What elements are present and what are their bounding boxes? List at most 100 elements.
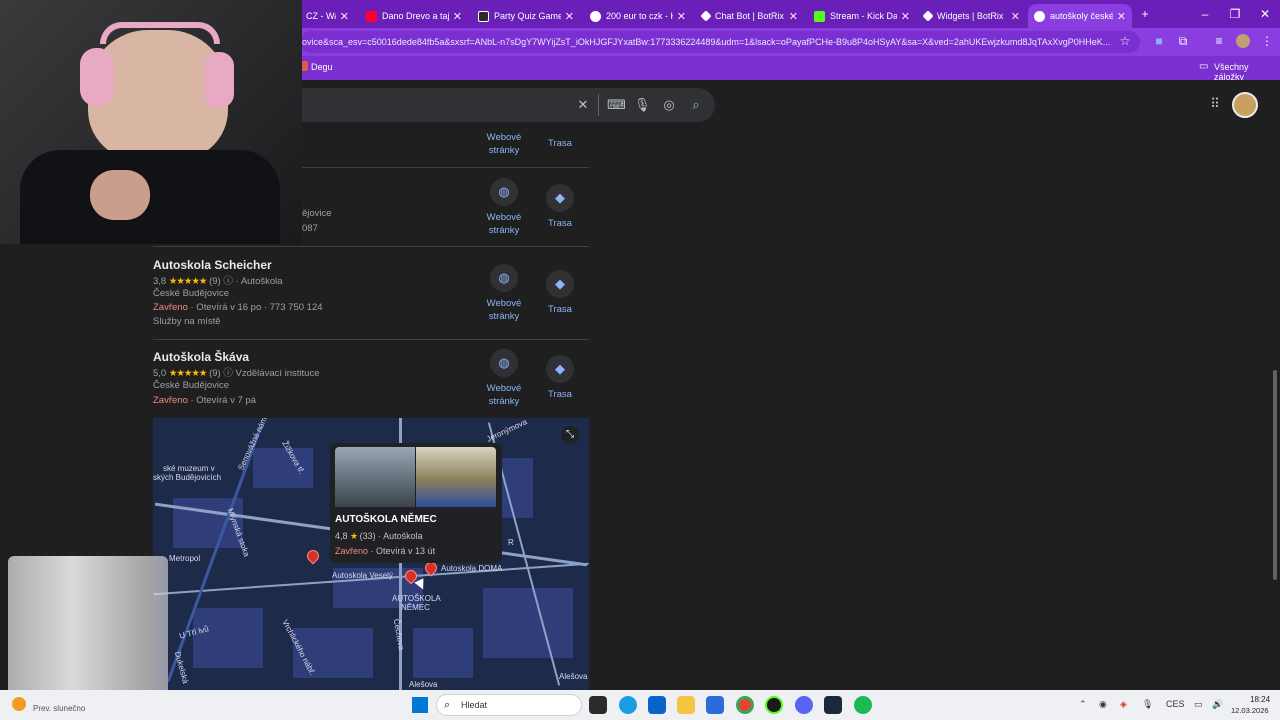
tab-3[interactable]: 200 eur to czk - H ✕: [584, 4, 692, 28]
route-button-label[interactable]: Trasa: [542, 388, 578, 401]
weather-text[interactable]: Prev. slunečno: [33, 704, 85, 713]
steam-icon[interactable]: [824, 696, 842, 714]
scrollbar[interactable]: [1273, 370, 1277, 580]
language-indicator[interactable]: CES: [1166, 699, 1185, 709]
store-icon[interactable]: [648, 696, 666, 714]
status-badge: Zavřeno: [153, 302, 188, 313]
result-rating-line: 5,0 ★★★★★ (9) ⓘ Vzdělávací instituce: [153, 365, 319, 379]
new-tab-icon[interactable]: +: [1130, 4, 1160, 24]
route-button-label[interactable]: Trasa: [542, 303, 578, 316]
app-icon[interactable]: [706, 696, 724, 714]
search-icon: ⌕: [444, 699, 451, 711]
minimize-icon[interactable]: –: [1190, 4, 1220, 24]
result-title[interactable]: Autoškola Škáva: [153, 350, 249, 364]
search-icon[interactable]: ⌕: [688, 97, 704, 113]
keyboard-icon[interactable]: ⌨: [607, 97, 626, 113]
extension-icon[interactable]: ■: [1152, 34, 1166, 48]
map-pin[interactable]: [304, 547, 322, 565]
maximize-icon[interactable]: ❐: [1220, 4, 1250, 24]
media-icon[interactable]: ≡: [1212, 34, 1226, 48]
google-icon: [590, 10, 601, 22]
puzzle-icon[interactable]: ⧉: [1176, 34, 1190, 48]
spotify-icon[interactable]: [854, 696, 872, 714]
lens-icon[interactable]: ◎: [661, 97, 677, 113]
rating-value: 4,8: [335, 531, 348, 541]
map-label: Čechova: [391, 618, 406, 651]
clock-time[interactable]: 18:24: [1250, 695, 1270, 704]
close-icon[interactable]: ✕: [565, 10, 574, 23]
tab-4[interactable]: Chat Bot | BotRix ✕: [696, 4, 804, 28]
stars: ★★★★★: [168, 276, 208, 287]
website-button-label[interactable]: Webové stránky: [480, 297, 528, 323]
close-icon[interactable]: ✕: [789, 10, 798, 23]
network-icon[interactable]: ◉: [1099, 699, 1107, 710]
close-icon[interactable]: ✕: [677, 10, 686, 23]
status-badge: Zavřeno: [335, 546, 369, 556]
volume-icon[interactable]: 🔊: [1212, 699, 1223, 710]
map-label: Alešova: [559, 672, 588, 681]
classroom-photo: [416, 447, 496, 507]
directions-icon[interactable]: ◆: [546, 270, 574, 298]
quiz-icon: [478, 10, 489, 22]
tab-title: Widgets | BotRix: [937, 11, 1004, 21]
map-block: [413, 628, 473, 678]
tab-6[interactable]: Widgets | BotRix ✕: [918, 4, 1026, 28]
star-icon[interactable]: ☆: [1118, 34, 1132, 48]
close-icon[interactable]: ✕: [575, 97, 591, 113]
bookmark-degu[interactable]: Degu: [311, 62, 333, 72]
directions-icon[interactable]: ◆: [546, 184, 574, 212]
info-icon[interactable]: ⓘ: [223, 276, 233, 287]
clock-date[interactable]: 12.03.2026: [1231, 706, 1269, 715]
globe-icon[interactable]: ◍: [490, 264, 518, 292]
globe-icon[interactable]: ◍: [490, 178, 518, 206]
close-icon[interactable]: ✕: [453, 10, 462, 23]
website-button-label[interactable]: Webové stránky: [480, 131, 528, 157]
tab-5[interactable]: Stream - Kick Das ✕: [808, 4, 916, 28]
tab-title: Chat Bot | BotRix: [715, 11, 784, 21]
expand-map-icon[interactable]: ⤡: [561, 426, 579, 444]
review-count: (9): [209, 368, 221, 379]
route-button-label[interactable]: Trasa: [542, 137, 578, 150]
globe-icon[interactable]: ◍: [490, 349, 518, 377]
explorer-icon[interactable]: [677, 696, 695, 714]
close-icon[interactable]: ✕: [1117, 10, 1126, 23]
discord-icon[interactable]: [795, 696, 813, 714]
close-icon[interactable]: ✕: [901, 10, 910, 23]
chrome-icon[interactable]: [736, 696, 754, 714]
obs-icon[interactable]: [765, 696, 783, 714]
result-title[interactable]: Autoskola Scheicher: [153, 258, 272, 272]
tab-0[interactable]: CZ - Wa ✕: [300, 4, 355, 28]
start-icon[interactable]: [412, 697, 428, 713]
all-bookmarks[interactable]: Všechny záložky: [1214, 62, 1280, 82]
monitor-icon[interactable]: ▭: [1194, 699, 1203, 710]
window-close-icon[interactable]: ✕: [1250, 4, 1280, 24]
tab-2[interactable]: Party Quiz Game ✕: [472, 4, 580, 28]
search-input[interactable]: [300, 88, 715, 122]
notification-app-icon[interactable]: ◈: [1120, 699, 1127, 710]
map-info-card[interactable]: AUTOŠKOLA NĚMEC 4,8 ★ (33) · Autoškola Z…: [330, 443, 502, 563]
glass-overlay: [8, 556, 168, 708]
info-icon[interactable]: ⓘ: [223, 368, 233, 379]
taskview-icon[interactable]: [589, 696, 607, 714]
microphone-icon[interactable]: 🎙: [634, 97, 651, 113]
chevron-up-icon[interactable]: ⌃: [1079, 699, 1087, 710]
tab-7-active[interactable]: autoškoly české b ✕: [1028, 4, 1132, 28]
apps-grid-icon[interactable]: ⠿: [1207, 96, 1223, 112]
directions-icon[interactable]: ◆: [546, 355, 574, 383]
website-button-label[interactable]: Webové stránky: [480, 211, 528, 237]
route-button-label[interactable]: Trasa: [542, 217, 578, 230]
menu-icon[interactable]: ⋮: [1260, 34, 1274, 48]
address-bar[interactable]: ovice&sca_esv=c50016dede84fb5a&sxsrf=ANb…: [300, 31, 1140, 53]
weather-icon[interactable]: [12, 697, 26, 711]
account-avatar[interactable]: [1232, 92, 1258, 118]
microphone-icon[interactable]: 🎙: [1142, 699, 1153, 710]
website-button-label[interactable]: Webové stránky: [480, 382, 528, 408]
tab-1[interactable]: Dano Drevo a taj ✕: [360, 4, 468, 28]
close-icon[interactable]: ✕: [1011, 10, 1020, 23]
map-label: Autoskola DOMA: [441, 564, 503, 573]
avatar[interactable]: [1236, 34, 1250, 48]
taskbar-search-input[interactable]: ⌕ Hledat: [436, 694, 582, 716]
edge-icon[interactable]: [619, 696, 637, 714]
headphone-band: [100, 22, 220, 44]
close-icon[interactable]: ✕: [340, 10, 349, 23]
